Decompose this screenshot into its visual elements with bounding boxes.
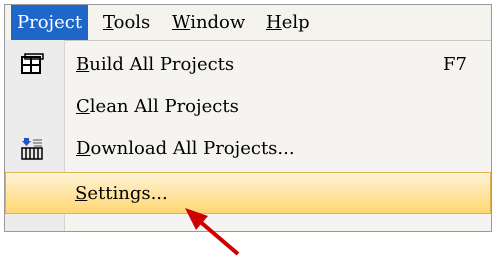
red-arrow-annotation xyxy=(185,208,240,256)
